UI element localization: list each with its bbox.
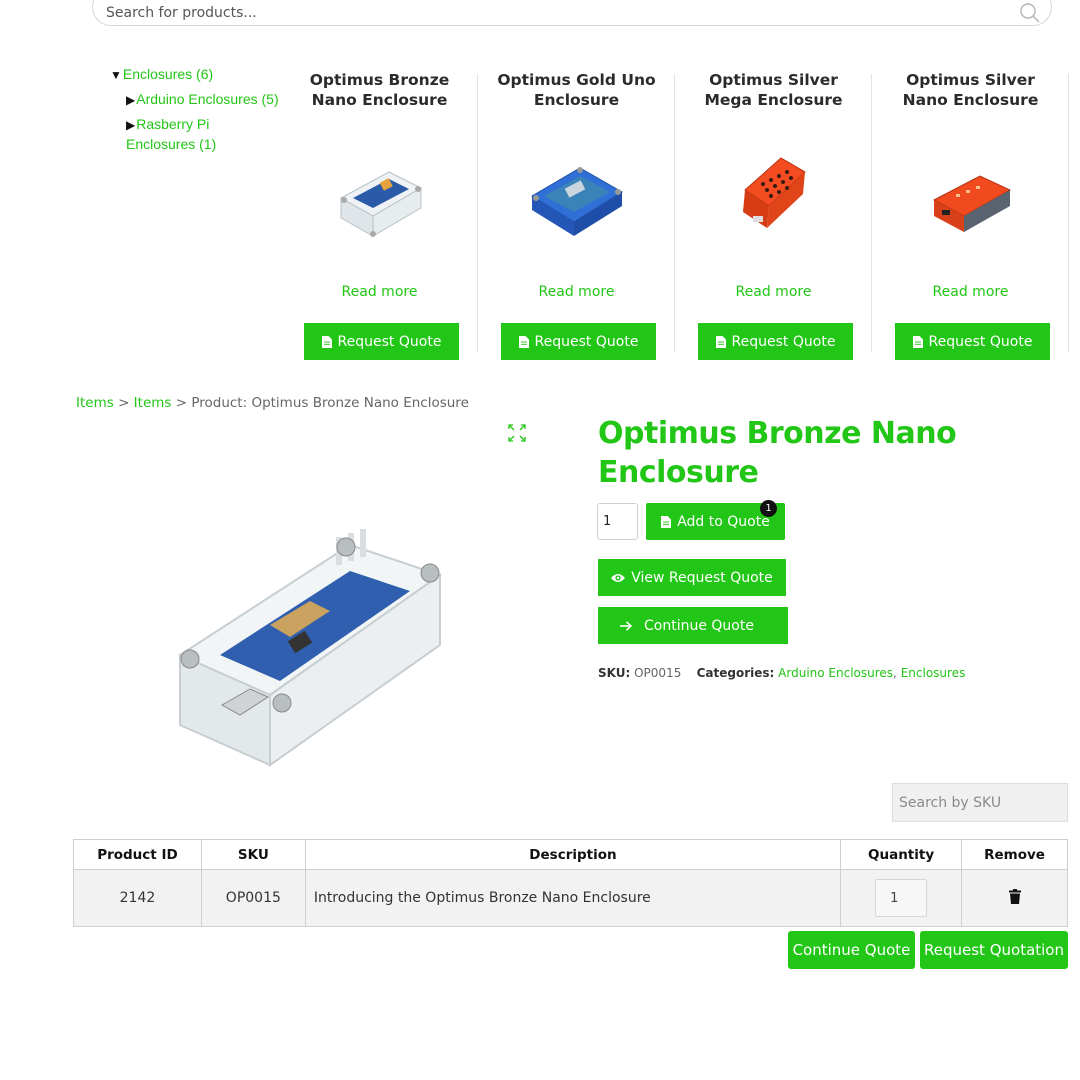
category-raspberry-pi-line2[interactable]: Enclosures (1) (126, 134, 216, 154)
breadcrumb-current: Product: Optimus Bronze Nano Enclosure (191, 395, 469, 411)
product-title: Optimus Bronze Nano Enclosure (598, 416, 957, 490)
breadcrumb-separator: > (118, 395, 130, 411)
request-quote-button[interactable]: Request Quote (698, 323, 853, 360)
product-card: Optimus Gold Uno Enclosure Read more Requ… (478, 66, 675, 360)
sku-value: OP0015 (634, 666, 682, 680)
product-meta: SKU: OP0015 Categories: Arduino Enclosur… (598, 666, 965, 680)
header-sku: SKU (200, 839, 306, 870)
request-quote-label: Request Quote (337, 333, 442, 350)
read-more-link[interactable]: Read more (675, 284, 872, 300)
request-quote-label: Request Quote (731, 333, 836, 350)
triangle-down-icon[interactable]: ▼ (110, 68, 122, 82)
triangle-right-icon[interactable]: ▶ (126, 93, 135, 107)
category-link-arduino[interactable]: Arduino Enclosures (778, 666, 893, 680)
product-card: Optimus Silver Mega Enclosure Read more R… (675, 66, 872, 360)
quote-table: Product ID SKU Description Quantity Remo… (73, 839, 1068, 927)
request-quote-button[interactable]: Request Quote (895, 323, 1050, 360)
category-raspberry-pi[interactable]: ▶Rasberry Pi (126, 114, 209, 135)
product-card-title[interactable]: Optimus Silver Mega Enclosure (683, 70, 864, 110)
document-icon (321, 335, 332, 348)
product-thumbnail[interactable] (329, 150, 429, 250)
trash-icon[interactable] (1008, 888, 1021, 904)
read-more-link[interactable]: Read more (281, 284, 478, 300)
main-product-image[interactable] (160, 505, 460, 785)
category-link-enclosures[interactable]: Enclosures (901, 666, 966, 680)
arrow-right-icon (620, 620, 632, 631)
request-quote-label: Request Quote (928, 333, 1033, 350)
cell-quantity (840, 869, 963, 927)
view-request-quote-button[interactable]: View Request Quote (598, 559, 786, 596)
read-more-link[interactable]: Read more (872, 284, 1069, 300)
header-quantity: Quantity (840, 839, 963, 870)
product-card-title[interactable]: Optimus Gold Uno Enclosure (486, 70, 667, 110)
read-more-link[interactable]: Read more (478, 284, 675, 300)
breadcrumb-items-link[interactable]: Items (134, 395, 172, 411)
product-search-input[interactable] (106, 1, 986, 25)
header-product-id: Product ID (73, 839, 202, 870)
product-card-title[interactable]: Optimus Bronze Nano Enclosure (289, 70, 470, 110)
cell-product-id: 2142 (73, 869, 202, 927)
request-quote-label: Request Quote (534, 333, 639, 350)
category-separator: , (893, 666, 897, 680)
document-icon (661, 515, 672, 528)
table-header-row: Product ID SKU Description Quantity Remo… (73, 839, 1068, 870)
request-quote-button[interactable]: Request Quote (304, 323, 459, 360)
breadcrumb-items-link[interactable]: Items (76, 395, 114, 411)
eye-icon (611, 573, 626, 582)
table-row: 2142 OP0015 Introducing the Optimus Bron… (73, 869, 1068, 927)
category-raspberry-link-line2[interactable]: Enclosures (1) (126, 136, 216, 152)
document-icon (518, 335, 529, 348)
card-divider (1068, 74, 1069, 352)
product-thumbnail[interactable] (723, 150, 823, 250)
product-card: Optimus Bronze Nano Enclosure Read more R… (281, 66, 478, 360)
category-enclosures-link[interactable]: Enclosures (6) (123, 66, 213, 82)
product-thumbnail[interactable] (526, 150, 626, 250)
request-quotation-button[interactable]: Request Quotation (920, 931, 1068, 969)
quote-count-badge: 1 (760, 500, 777, 517)
add-to-quote-label: Add to Quote (677, 513, 770, 530)
breadcrumb: Items > Items > Product: Optimus Bronze … (76, 395, 469, 411)
category-raspberry-link[interactable]: Rasberry Pi (136, 116, 209, 132)
continue-quote-button-bottom[interactable]: Continue Quote (788, 931, 915, 969)
view-request-quote-label: View Request Quote (631, 569, 773, 586)
cell-remove (961, 869, 1068, 927)
category-arduino-link[interactable]: Arduino Enclosures (5) (136, 91, 278, 107)
product-search-bar[interactable] (92, 0, 1052, 26)
breadcrumb-separator: > (175, 395, 188, 411)
row-quantity-input[interactable] (875, 879, 928, 917)
categories-label: Categories: (696, 666, 775, 680)
continue-quote-label: Continue Quote (644, 617, 754, 634)
sku-label: SKU: (598, 666, 631, 680)
quantity-input[interactable] (597, 503, 638, 540)
continue-quote-button[interactable]: Continue Quote (598, 607, 788, 644)
request-quote-button[interactable]: Request Quote (501, 323, 656, 360)
product-card-title[interactable]: Optimus Silver Nano Enclosure (880, 70, 1061, 110)
cell-description: Introducing the Optimus Bronze Nano Encl… (304, 869, 842, 927)
product-card: Optimus Silver Nano Enclosure Read more R… (872, 66, 1069, 360)
header-description: Description (304, 839, 842, 870)
triangle-right-icon[interactable]: ▶ (126, 118, 135, 132)
search-icon[interactable] (1019, 2, 1041, 24)
document-icon (715, 335, 726, 348)
document-icon (912, 335, 923, 348)
expand-icon[interactable] (508, 424, 526, 442)
cell-sku: OP0015 (200, 869, 306, 927)
category-enclosures[interactable]: ▼Enclosures (6) (110, 64, 213, 85)
product-thumbnail[interactable] (920, 150, 1020, 250)
header-remove: Remove (961, 839, 1068, 870)
category-arduino-enclosures[interactable]: ▶Arduino Enclosures (5) (126, 89, 279, 110)
sku-search-input[interactable] (892, 783, 1068, 822)
